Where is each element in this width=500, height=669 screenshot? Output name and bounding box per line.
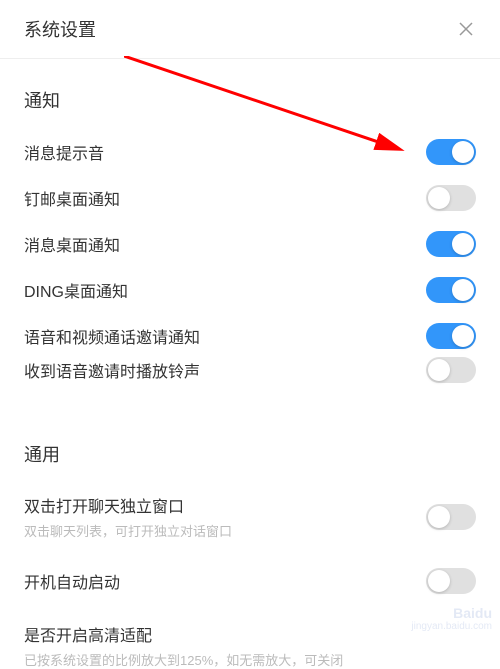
setting-label-group: 双击打开聊天独立窗口 双击聊天列表，可打开独立对话窗口 <box>24 493 232 540</box>
section-title-notification: 通知 <box>24 59 476 129</box>
setting-row-message-sound: 消息提示音 <box>24 129 476 175</box>
toggle-call-invite[interactable] <box>426 323 476 349</box>
toggle-ding-desktop[interactable] <box>426 277 476 303</box>
toggle-message-sound[interactable] <box>426 139 476 165</box>
setting-label: DING桌面通知 <box>24 278 128 302</box>
toggle-auto-start[interactable] <box>426 568 476 594</box>
setting-row-dblclick-chat: 双击打开聊天独立窗口 双击聊天列表，可打开独立对话窗口 <box>24 483 476 550</box>
dialog-header: 系统设置 <box>0 0 500 59</box>
setting-label: 双击打开聊天独立窗口 <box>24 493 232 517</box>
setting-label-group: 是否开启高清适配 <box>24 622 152 646</box>
setting-hint-cutoff: 已按系统设置的比例放大到125%，如无需放大，可关闭 <box>24 646 476 669</box>
setting-label: 消息桌面通知 <box>24 232 120 256</box>
settings-content: 通知 消息提示音 钉邮桌面通知 消息桌面通知 DING桌面通知 语音和视频通话邀… <box>0 59 500 669</box>
setting-label: 钉邮桌面通知 <box>24 186 120 210</box>
dialog-title: 系统设置 <box>24 16 96 42</box>
toggle-dblclick-chat[interactable] <box>426 504 476 530</box>
setting-label: 语音和视频通话邀请通知 <box>24 324 200 348</box>
setting-row-call-invite: 语音和视频通话邀请通知 <box>24 313 476 353</box>
setting-label: 是否开启高清适配 <box>24 622 152 646</box>
setting-row-message-desktop: 消息桌面通知 <box>24 221 476 267</box>
close-icon[interactable] <box>456 19 476 39</box>
setting-hint: 双击聊天列表，可打开独立对话窗口 <box>24 521 232 540</box>
setting-row-dingmail-desktop: 钉邮桌面通知 <box>24 175 476 221</box>
setting-row-hidpi: 是否开启高清适配 <box>24 604 476 646</box>
setting-row-voice-ring: 收到语音邀请时播放铃声 <box>24 353 476 393</box>
setting-label: 消息提示音 <box>24 140 104 164</box>
setting-label: 收到语音邀请时播放铃声 <box>24 358 200 382</box>
toggle-dingmail-desktop[interactable] <box>426 185 476 211</box>
toggle-message-desktop[interactable] <box>426 231 476 257</box>
setting-label: 开机自动启动 <box>24 569 120 593</box>
setting-row-auto-start: 开机自动启动 <box>24 550 476 604</box>
setting-row-ding-desktop: DING桌面通知 <box>24 267 476 313</box>
toggle-voice-ring[interactable] <box>426 357 476 383</box>
section-title-general: 通用 <box>24 393 476 483</box>
